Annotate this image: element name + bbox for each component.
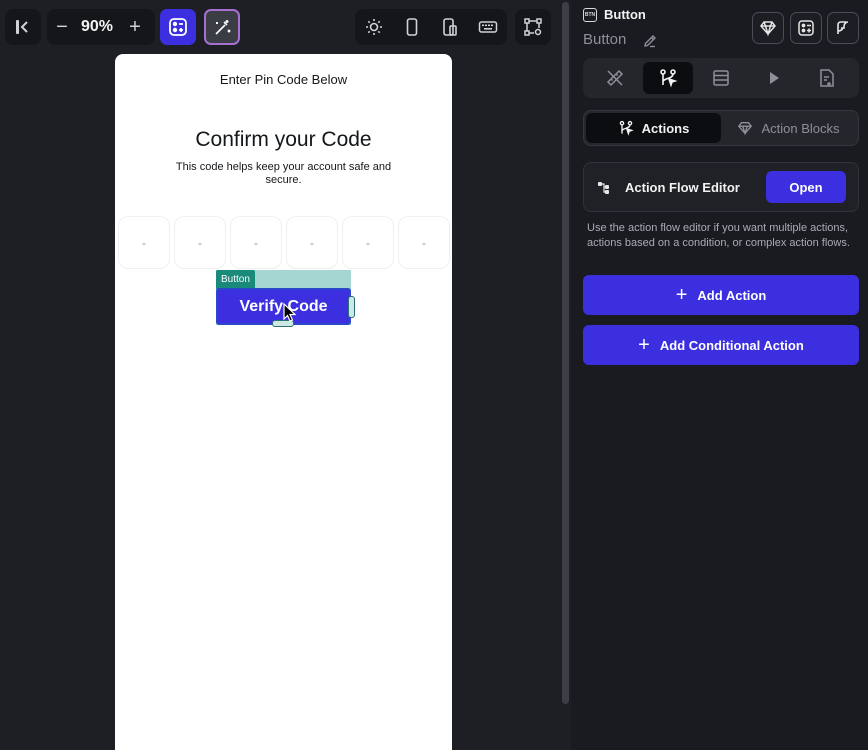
segment-action-blocks-label: Action Blocks: [761, 120, 840, 136]
segment-actions-label: Actions: [641, 120, 690, 136]
database-icon: [713, 70, 729, 86]
diamond-icon: [738, 122, 753, 136]
action-flow-icon: [619, 120, 634, 136]
flow-nodes-icon: [598, 182, 609, 194]
collapse-left-icon: [5, 9, 41, 45]
phone-device-button[interactable]: [394, 9, 430, 45]
flutterflow-icon: [837, 21, 849, 34]
selected-widget-tag: Button: [216, 270, 255, 289]
tab-documentation[interactable]: [802, 62, 852, 94]
zoom-in-icon: +: [129, 15, 141, 38]
tab-animations[interactable]: [749, 62, 799, 94]
collapse-sidebar-button[interactable]: [5, 9, 41, 45]
tab-backend-query[interactable]: [696, 62, 746, 94]
pin-box[interactable]: -: [398, 216, 450, 269]
button-widget-icon: BTN: [583, 8, 597, 22]
zoom-out-icon: −: [56, 15, 68, 38]
flutterflow-button[interactable]: [827, 12, 859, 44]
widget-type: Button: [604, 7, 646, 22]
play-icon: [769, 72, 779, 84]
device-toolbar: [355, 9, 507, 45]
action-flow-editor-label: Action Flow Editor: [625, 180, 740, 195]
segment-actions[interactable]: Actions: [586, 113, 721, 143]
action-flow-editor-card: Action Flow Editor Open: [583, 162, 859, 212]
add-conditional-action-label: Add Conditional Action: [659, 337, 804, 353]
widget-tree-icon: [169, 18, 187, 36]
zoom-out-button[interactable]: −: [47, 9, 77, 45]
keyboard-icon: [478, 21, 498, 33]
pin-code-field[interactable]: - - - - - -: [118, 216, 450, 269]
plus-icon: +: [675, 284, 688, 306]
canvas-settings-button[interactable]: [515, 9, 551, 45]
pin-box[interactable]: -: [230, 216, 282, 269]
scrollbar-thumb[interactable]: [562, 2, 569, 704]
add-conditional-action-button[interactable]: + Add Conditional Action: [583, 325, 859, 365]
panel-tabbar: [583, 58, 859, 98]
action-flow-icon: [660, 69, 678, 88]
widget-add-icon: [798, 20, 814, 36]
subtitle: This code helps keep your account safe a…: [175, 161, 392, 186]
keyboard-button[interactable]: [470, 9, 506, 45]
pin-box[interactable]: -: [174, 216, 226, 269]
add-action-button[interactable]: + Add Action: [583, 275, 859, 315]
actions-segmented-control: Actions Action Blocks: [583, 110, 859, 146]
segment-action-blocks[interactable]: Action Blocks: [721, 113, 856, 143]
help-text: Use the action flow editor if you want m…: [587, 222, 850, 249]
zoom-level[interactable]: 90%: [77, 18, 117, 36]
add-action-label: Add Action: [697, 287, 767, 303]
canvas-area: − 90% + Enter Pin Code Below Confirm you…: [0, 0, 560, 750]
phone-preview: Enter Pin Code Below Confirm your Code T…: [115, 54, 452, 750]
properties-panel: BTN Button Button Actions Action Blocks …: [571, 0, 868, 750]
pin-box[interactable]: -: [118, 216, 170, 269]
document-add-icon: [819, 69, 834, 87]
zoom-control: − 90% +: [47, 9, 155, 45]
plus-icon: +: [638, 334, 650, 356]
canvas-settings-icon: [515, 9, 551, 45]
open-flow-editor-button[interactable]: Open: [766, 171, 846, 203]
mouse-cursor-icon: [283, 303, 297, 322]
light-mode-button[interactable]: [356, 9, 392, 45]
widget-name[interactable]: Button: [583, 31, 626, 48]
pin-box[interactable]: -: [342, 216, 394, 269]
pin-box[interactable]: -: [286, 216, 338, 269]
light-mode-icon: [366, 19, 382, 35]
diamond-icon: [760, 21, 776, 37]
tablet-device-icon: [443, 18, 457, 36]
add-widget-button[interactable]: [790, 12, 822, 44]
tab-actions[interactable]: [643, 62, 694, 94]
headline: Confirm your Code: [195, 128, 372, 151]
widget-tree-button[interactable]: [160, 9, 196, 45]
tab-properties[interactable]: [590, 62, 640, 94]
pencil-icon[interactable]: [642, 33, 658, 49]
canvas-scrollbar[interactable]: [560, 0, 570, 750]
premium-button[interactable]: [752, 12, 784, 44]
app-bar-title: Enter Pin Code Below: [219, 72, 348, 87]
magic-edit-button[interactable]: [204, 9, 240, 45]
resize-handle-right[interactable]: [348, 296, 355, 318]
tablet-device-button[interactable]: [432, 9, 468, 45]
design-ruler-icon: [607, 69, 624, 87]
zoom-in-button[interactable]: +: [117, 9, 153, 45]
magic-edit-icon: [215, 20, 231, 35]
phone-device-icon: [406, 18, 418, 36]
